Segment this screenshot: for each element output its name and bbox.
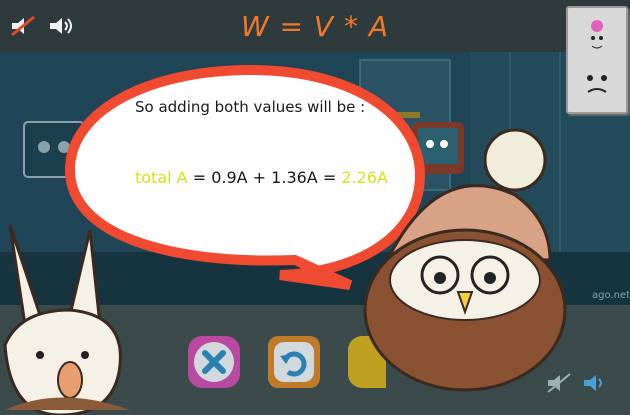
replay-button[interactable] — [266, 334, 322, 394]
character-selector[interactable] — [566, 6, 628, 114]
bunny-character — [0, 215, 140, 415]
equation-middle: = 0.9A + 1.36A = — [187, 168, 342, 187]
watermark: ago.net — [592, 290, 630, 301]
formula-title: W = V * A — [240, 10, 390, 43]
equation-label: total A — [135, 168, 188, 187]
speaker-small-on-icon — [582, 372, 608, 398]
character-faces — [587, 20, 607, 93]
game-scene: W = V * A So adding both values will be … — [0, 0, 630, 415]
dialog-text: So adding both values will be : — [135, 98, 366, 116]
close-button[interactable] — [186, 334, 242, 394]
owl-character — [350, 120, 580, 415]
